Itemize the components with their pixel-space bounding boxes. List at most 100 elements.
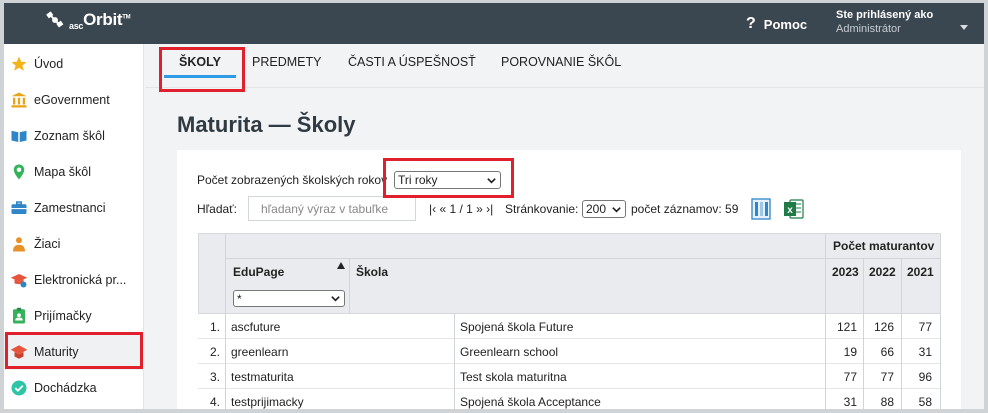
column-divider: [825, 314, 826, 409]
table-row[interactable]: 4. testprijimacky Spojená škola Acceptan…: [198, 389, 941, 409]
column-divider: [901, 314, 902, 409]
sidebar-item-dochadzka[interactable]: Dochádzka: [4, 370, 144, 406]
sidebar-item-elektronicka-prihlaska[interactable]: Elektronická pr...: [4, 262, 144, 298]
sidebar-item-label: Žiaci: [34, 237, 61, 251]
sidebar-item-label: Prijímačky: [34, 309, 92, 323]
cell-2021: 96: [918, 370, 932, 384]
sidebar-item-label: Zamestnanci: [34, 201, 106, 215]
open-book-icon: [10, 127, 28, 145]
column-header-skola[interactable]: Škola: [356, 265, 388, 279]
row-number: 2.: [210, 345, 221, 359]
sidebar-item-mapa-skol[interactable]: Mapa škôl: [4, 154, 144, 190]
cell-skola: Spojená škola Acceptance: [460, 395, 601, 409]
sidebar-item-label: Dochádzka: [34, 381, 97, 395]
user-line-1: Ste prihlásený ako: [836, 9, 934, 21]
column-header-2023[interactable]: 2023: [832, 265, 859, 279]
search-label: Hľadať:: [197, 202, 238, 216]
table-row[interactable]: 1. ascfuture Spojená škola Future 121 12…: [198, 314, 941, 339]
table-row[interactable]: 2. greenlearn Greenlearn school 19 66 31: [198, 339, 941, 364]
row-number: 1.: [210, 320, 221, 334]
sidebar-item-ziaci[interactable]: Žiaci: [4, 226, 144, 262]
sidebar-item-uvod[interactable]: Úvod: [4, 46, 144, 82]
sidebar-item-label: eGovernment: [34, 93, 110, 107]
pagination-controls[interactable]: |‹ « 1 / 1 » ›|: [429, 202, 493, 216]
question-mark-icon: ?: [746, 15, 756, 32]
ascorbit-logo[interactable]: ascOrbitTM: [44, 9, 131, 31]
column-divider: [454, 314, 455, 409]
cell-2023: 19: [843, 345, 857, 359]
year-count-label: Počet zobrazených školských rokov: [197, 173, 388, 187]
map-pin-icon: [10, 163, 28, 181]
help-label: Pomoc: [763, 16, 808, 32]
highlight-tab-skoly: [159, 47, 245, 92]
sidebar-item-prijimacky[interactable]: Prijímačky: [4, 298, 144, 334]
cell-2021: 31: [918, 345, 932, 359]
header-divider: [825, 233, 826, 314]
highlight-year-select: [383, 158, 514, 198]
student-icon: [10, 235, 28, 253]
check-circle-icon: [10, 379, 28, 397]
highlight-sidebar-maturity: [5, 332, 143, 369]
briefcase-icon: [10, 199, 28, 217]
edupage-filter-value: *: [237, 291, 242, 306]
clipboard-person-icon: [10, 307, 28, 325]
edupage-filter-select[interactable]: *: [233, 290, 345, 307]
cell-skola: Test skola maturitna: [460, 370, 567, 384]
tab-porovnanie-skol[interactable]: POROVNANIE ŠKÔL: [501, 55, 621, 69]
svg-text:x: x: [787, 205, 793, 216]
paging-value: 200: [586, 202, 607, 216]
sidebar-item-label: Elektronická pr...: [34, 273, 127, 287]
tab-casti-a-uspesnost[interactable]: ČASTI A ÚSPEŠNOSŤ: [348, 55, 476, 69]
header-divider: [225, 258, 941, 259]
star-icon: [10, 55, 28, 73]
cell-2023: 77: [843, 370, 857, 384]
header-divider: [349, 258, 350, 314]
sort-ascending-icon[interactable]: [337, 262, 345, 269]
top-bar: ascOrbitTM ? Pomoc Ste prihlásený ako Ad…: [4, 3, 984, 44]
sidebar-item-egovernment[interactable]: eGovernment: [4, 82, 144, 118]
user-role: Administrátor: [836, 23, 901, 35]
page-title: Maturita — Školy: [177, 112, 356, 137]
header-divider: [901, 258, 902, 314]
columns-icon[interactable]: [750, 198, 772, 220]
record-count: počet záznamov: 59: [631, 202, 739, 216]
app-window: ascOrbitTM ? Pomoc Ste prihlásený ako Ad…: [0, 0, 988, 413]
paging-select[interactable]: 200: [582, 200, 626, 218]
search-input[interactable]: hľadaný výraz v tabuľke: [248, 196, 416, 221]
excel-export-icon[interactable]: x: [783, 198, 805, 220]
satellite-icon: [46, 11, 64, 28]
cell-skola: Spojená škola Future: [460, 320, 574, 334]
paging-label: Stránkovanie:: [505, 202, 579, 216]
header-divider: [863, 258, 864, 314]
cell-edupage: testmaturita: [231, 370, 294, 384]
sidebar-item-zamestnanci[interactable]: Zamestnanci: [4, 190, 144, 226]
column-divider: [225, 314, 226, 409]
chevron-down-icon: [331, 296, 340, 302]
help-button[interactable]: ? Pomoc: [746, 15, 807, 33]
cell-2022: 88: [880, 395, 894, 409]
group-header-pocet-maturantov: Počet maturantov: [833, 239, 935, 253]
cell-2021: 58: [918, 395, 932, 409]
sidebar-item-zoznam-skol[interactable]: Zoznam škôl: [4, 118, 144, 154]
sidebar-item-label: Úvod: [34, 57, 64, 71]
cell-2022: 126: [873, 320, 894, 334]
cell-edupage: ascfuture: [231, 320, 281, 334]
tab-predmety[interactable]: PREDMETY: [252, 55, 321, 69]
cell-2022: 77: [880, 370, 894, 384]
header-divider: [225, 233, 226, 314]
column-divider: [940, 314, 941, 409]
column-header-edupage[interactable]: EduPage: [233, 265, 284, 279]
cell-edupage: greenlearn: [231, 345, 289, 359]
user-menu[interactable]: Ste prihlásený ako Administrátor: [836, 8, 933, 36]
row-number: 4.: [210, 395, 221, 409]
table-row[interactable]: 3. testmaturita Test skola maturitna 77 …: [198, 364, 941, 389]
column-header-2022[interactable]: 2022: [869, 265, 896, 279]
government-building-icon: [10, 91, 28, 109]
row-number: 3.: [210, 370, 221, 384]
chevron-down-icon[interactable]: [960, 25, 968, 30]
column-header-2021[interactable]: 2021: [907, 265, 934, 279]
cell-edupage: testprijimacky: [231, 395, 304, 409]
cell-2023: 121: [836, 320, 857, 334]
logo-text: ascOrbitTM: [69, 10, 131, 31]
column-divider: [863, 314, 864, 409]
